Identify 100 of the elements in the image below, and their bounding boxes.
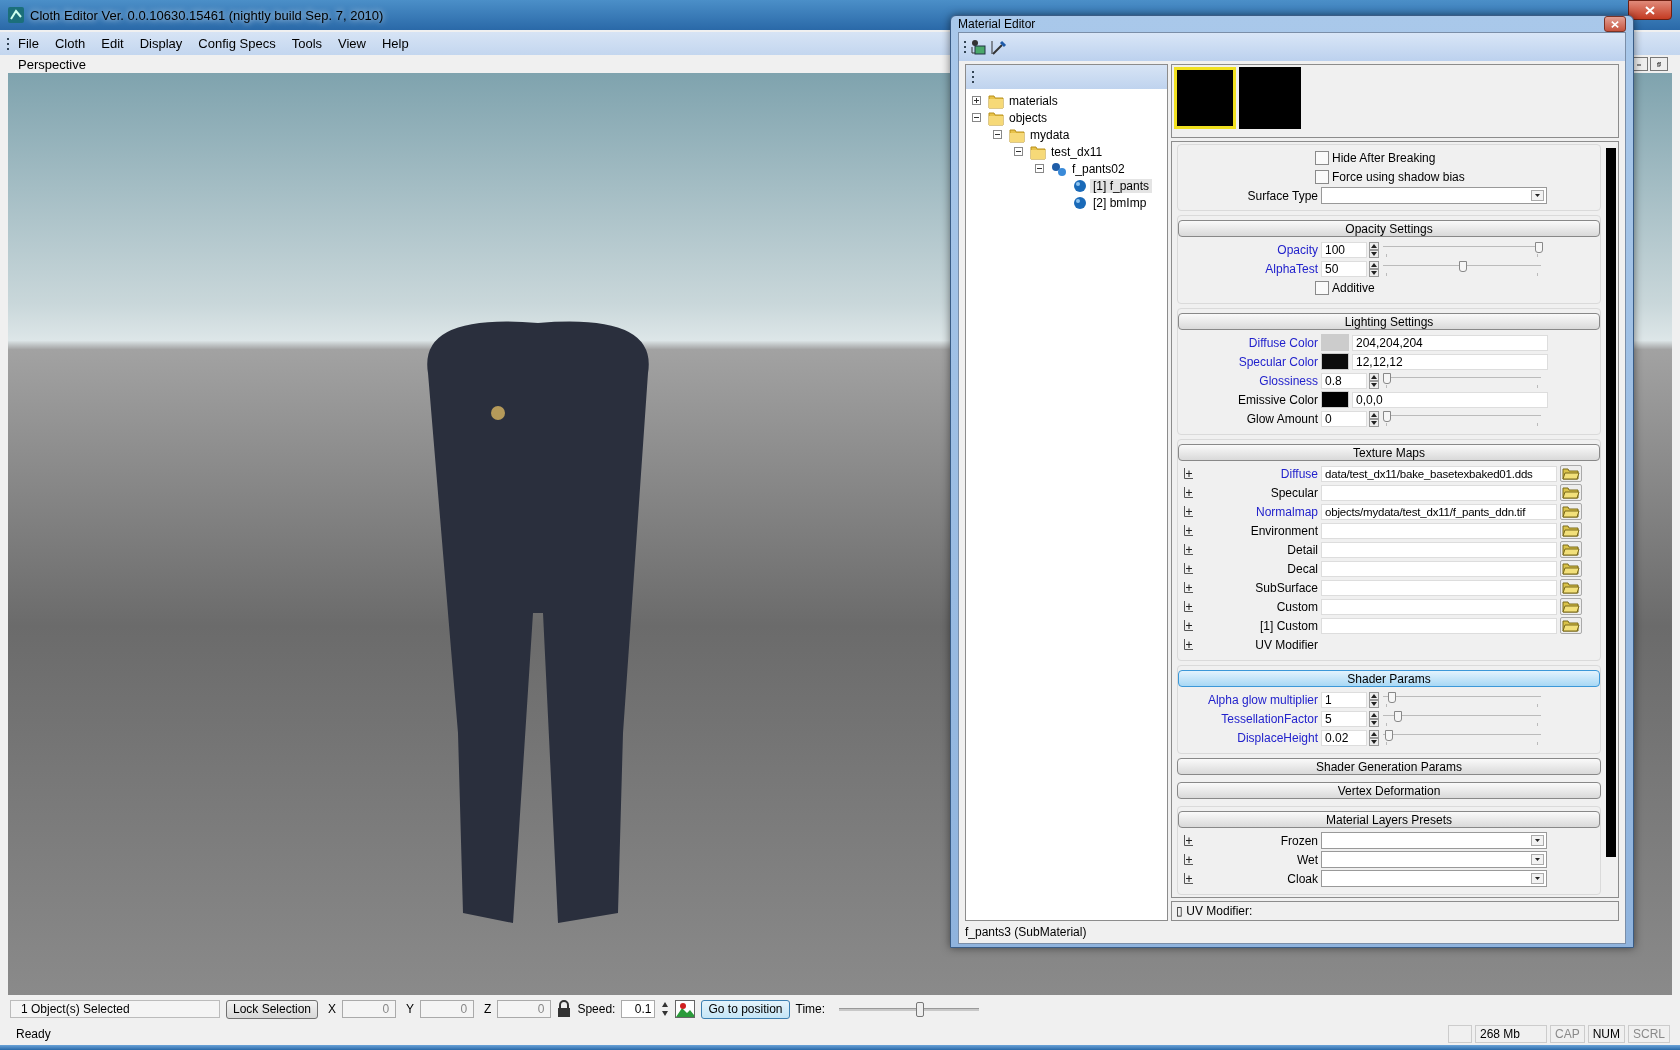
restore-button[interactable] [1650, 57, 1668, 71]
expand-icon[interactable] [1184, 525, 1193, 536]
go-to-position-button[interactable]: Go to position [701, 999, 790, 1019]
dropdown[interactable] [1321, 851, 1547, 868]
browse-button[interactable] [1560, 617, 1582, 634]
file-path-field[interactable]: data/test_dx11/bake_basetexbaked01.dds [1321, 465, 1557, 482]
expand-icon[interactable] [1184, 873, 1193, 884]
color-value-field[interactable]: 204,204,204 [1352, 334, 1548, 351]
spin-button[interactable] [1369, 410, 1379, 427]
slider[interactable] [1383, 372, 1541, 389]
tree-item[interactable]: materials [1006, 93, 1061, 108]
spin-arrows-icon[interactable] [661, 1001, 670, 1017]
number-field[interactable]: 0.02 [1321, 729, 1367, 746]
section-header[interactable]: Opacity Settings [1178, 220, 1600, 237]
expand-icon[interactable] [1184, 835, 1193, 846]
expand-icon[interactable] [972, 96, 981, 105]
menu-item[interactable]: Display [132, 34, 190, 53]
browse-button[interactable] [1560, 465, 1582, 482]
tree-item[interactable]: mydata [1027, 127, 1073, 142]
tree-item[interactable]: objects [1006, 110, 1051, 125]
close-button[interactable] [1628, 0, 1672, 20]
file-path-field[interactable] [1321, 560, 1557, 577]
menu-item[interactable]: Config Specs [191, 34, 283, 53]
browse-button[interactable] [1560, 484, 1582, 501]
browse-button[interactable] [1560, 522, 1582, 539]
speed-field[interactable]: 0.1 [621, 1000, 656, 1018]
slider[interactable] [1383, 410, 1541, 427]
color-value-field[interactable]: 12,12,12 [1352, 353, 1548, 370]
dropdown[interactable] [1321, 870, 1547, 887]
section-header[interactable]: Shader Params [1178, 670, 1600, 687]
slider[interactable] [1383, 710, 1541, 727]
file-path-field[interactable] [1321, 522, 1557, 539]
expand-icon[interactable] [1184, 639, 1193, 650]
expand-icon[interactable] [1184, 506, 1193, 517]
spin-button[interactable] [1369, 710, 1379, 727]
section-header[interactable]: Texture Maps [1178, 444, 1600, 461]
tree-item[interactable]: [2] bmImp [1090, 195, 1150, 210]
number-field[interactable]: 0.8 [1321, 372, 1367, 389]
collapse-icon[interactable] [993, 130, 1002, 139]
menu-item[interactable]: Help [375, 34, 416, 53]
number-field[interactable]: 5 [1321, 710, 1367, 727]
checkbox[interactable] [1315, 280, 1329, 295]
browse-button[interactable] [1560, 579, 1582, 596]
spin-button[interactable] [1369, 260, 1379, 277]
slider[interactable] [1383, 691, 1541, 708]
tree-item[interactable]: f_pants02 [1069, 161, 1128, 176]
menu-item[interactable]: File [11, 34, 46, 53]
number-field[interactable]: 50 [1321, 260, 1367, 277]
expand-icon[interactable] [1184, 620, 1193, 631]
collapse-icon[interactable] [972, 113, 981, 122]
section-header[interactable]: Vertex Deformation [1177, 782, 1601, 799]
slider[interactable] [1383, 241, 1541, 258]
spin-button[interactable] [1369, 691, 1379, 708]
color-swatch[interactable] [1321, 391, 1349, 408]
close-button[interactable] [1604, 16, 1626, 32]
file-path-field[interactable] [1321, 598, 1557, 615]
lock-icon[interactable] [557, 1000, 572, 1018]
slider[interactable] [1383, 729, 1541, 746]
collapse-icon[interactable] [1035, 164, 1044, 173]
menu-item[interactable]: Cloth [47, 34, 93, 53]
file-path-field[interactable] [1321, 579, 1557, 596]
lock-selection-button[interactable]: Lock Selection [226, 999, 319, 1019]
slider[interactable] [1383, 260, 1541, 277]
scrollbar[interactable] [1606, 148, 1616, 857]
file-path-field[interactable] [1321, 541, 1557, 558]
color-swatch[interactable] [1321, 334, 1349, 351]
menu-item[interactable]: View [331, 34, 373, 53]
checkbox[interactable] [1315, 169, 1329, 184]
color-swatch[interactable] [1321, 353, 1349, 370]
dropdown[interactable] [1321, 832, 1547, 849]
section-header[interactable]: Lighting Settings [1178, 313, 1600, 330]
browse-button[interactable] [1560, 598, 1582, 615]
tree-item[interactable]: [1] f_pants [1090, 178, 1153, 193]
eyedropper-icon[interactable] [990, 38, 1008, 56]
section-header[interactable]: Shader Generation Params [1177, 758, 1601, 775]
checkbox[interactable] [1315, 150, 1329, 165]
collapse-icon[interactable] [1014, 147, 1023, 156]
file-path-field[interactable]: objects/mydata/test_dx11/f_pants_ddn.tif [1321, 503, 1557, 520]
number-field[interactable]: 0 [1321, 410, 1367, 427]
spin-button[interactable] [1369, 372, 1379, 389]
expand-icon[interactable] [1184, 544, 1193, 555]
number-field[interactable]: 1 [1321, 691, 1367, 708]
file-path-field[interactable] [1321, 617, 1557, 634]
picture-icon[interactable] [675, 1000, 696, 1018]
tree-item[interactable]: test_dx11 [1048, 144, 1106, 159]
menu-item[interactable]: Tools [284, 34, 330, 53]
spin-button[interactable] [1369, 729, 1379, 746]
expand-icon[interactable] [1184, 468, 1193, 479]
dropdown[interactable] [1321, 187, 1547, 204]
expand-icon[interactable] [1184, 487, 1193, 498]
file-path-field[interactable] [1321, 484, 1557, 501]
expand-icon[interactable] [1184, 601, 1193, 612]
expand-icon[interactable] [1184, 563, 1193, 574]
expand-icon[interactable] [1184, 854, 1193, 865]
section-header[interactable]: Material Layers Presets [1178, 811, 1600, 828]
spin-button[interactable] [1369, 241, 1379, 258]
menu-item[interactable]: Edit [94, 34, 131, 53]
expand-icon[interactable] [1184, 582, 1193, 593]
browse-button[interactable] [1560, 503, 1582, 520]
number-field[interactable]: 100 [1321, 241, 1367, 258]
